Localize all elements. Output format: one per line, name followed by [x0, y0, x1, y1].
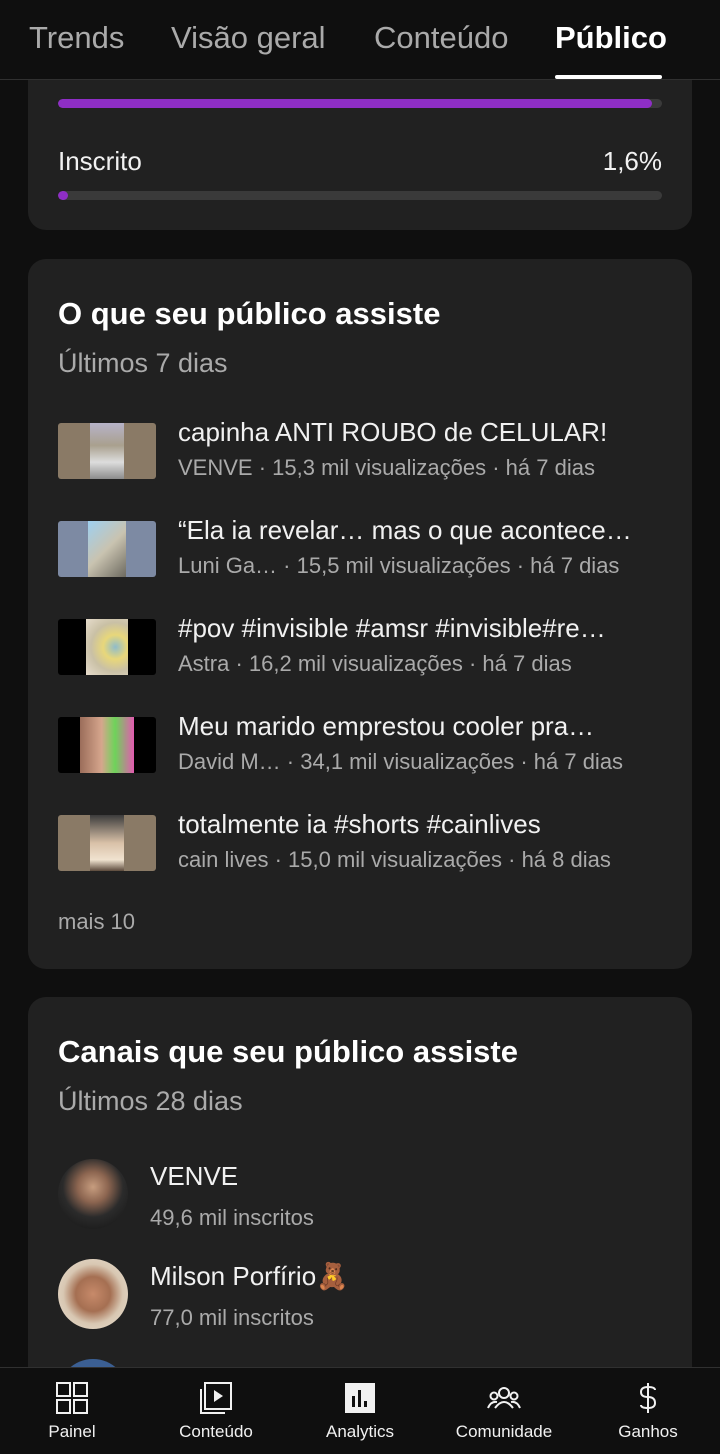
card-title: Canais que seu público assiste	[58, 1034, 518, 1069]
video-title: capinha ANTI ROUBO de CELULAR!	[178, 417, 608, 447]
audience-watches-card: O que seu público assiste Últimos 7 dias…	[28, 259, 692, 969]
bottom-navigation: Painel Conteúdo Analytics Comunidade Gan…	[0, 1367, 720, 1454]
card-title: O que seu público assiste	[58, 296, 441, 331]
nav-community[interactable]: Comunidade	[432, 1368, 576, 1454]
nav-label: Analytics	[325, 1422, 395, 1441]
video-thumbnail	[58, 717, 156, 773]
nav-label: Conteúdo	[179, 1422, 253, 1441]
nav-analytics[interactable]: Analytics	[288, 1368, 432, 1454]
video-item[interactable]: #pov #invisible #amsr #invisible#re… Ast…	[58, 613, 662, 677]
nav-earnings[interactable]: Ganhos	[576, 1368, 720, 1454]
avatar	[58, 1159, 128, 1229]
avatar	[58, 1259, 128, 1329]
video-item[interactable]: “Ela ia revelar… mas o que acontece… Lun…	[58, 515, 662, 579]
analytics-icon	[345, 1383, 375, 1413]
video-thumbnail	[58, 815, 156, 871]
video-title: #pov #invisible #amsr #invisible#re…	[178, 613, 606, 643]
channel-subscribers: 49,6 mil inscritos	[150, 1205, 314, 1230]
subscribed-label: Inscrito	[58, 146, 142, 176]
dollar-icon	[639, 1383, 657, 1413]
tab-trends[interactable]: Trends	[29, 20, 124, 56]
show-more-link[interactable]: mais 10	[58, 909, 135, 935]
video-thumbnail	[58, 619, 156, 675]
content-icon	[200, 1382, 232, 1414]
subscribed-progress-bar	[58, 191, 662, 200]
nav-label: Ganhos	[618, 1422, 678, 1441]
community-icon	[487, 1387, 521, 1409]
top-progress-fill	[58, 99, 653, 108]
subscribed-value: 1,6%	[602, 146, 662, 176]
channel-item[interactable]: Milson Porfírio🧸 77,0 mil inscritos	[58, 1259, 662, 1339]
video-title: “Ela ia revelar… mas o que acontece…	[178, 515, 632, 545]
video-meta: David M… · 34,1 mil visualizações · há 7…	[178, 749, 624, 774]
nav-label: Comunidade	[455, 1422, 553, 1441]
channel-name: VENVE	[150, 1161, 239, 1191]
nav-label: Painel	[48, 1422, 96, 1441]
tab-overview[interactable]: Visão geral	[171, 20, 326, 56]
video-item[interactable]: totalmente ia #shorts #cainlives cain li…	[58, 809, 662, 873]
video-meta: VENVE · 15,3 mil visualizações · há 7 di…	[178, 455, 595, 480]
channel-item[interactable]: VENVE 49,6 mil inscritos	[58, 1159, 662, 1239]
video-title: totalmente ia #shorts #cainlives	[178, 809, 541, 839]
video-meta: Luni Ga… · 15,5 mil visualizações · há 7…	[178, 553, 620, 578]
tab-content[interactable]: Conteúdo	[374, 20, 508, 56]
subscribed-progress-fill	[58, 191, 68, 200]
video-item[interactable]: Meu marido emprestou cooler pra… David M…	[58, 711, 662, 775]
top-tab-bar: Trends Visão geral Conteúdo Público	[0, 0, 720, 80]
video-thumbnail	[58, 521, 156, 577]
video-item[interactable]: capinha ANTI ROUBO de CELULAR! VENVE · 1…	[58, 417, 662, 481]
card-subtitle: Últimos 28 dias	[58, 1086, 243, 1116]
video-thumbnail	[58, 423, 156, 479]
video-meta: Astra · 16,2 mil visualizações · há 7 di…	[178, 651, 572, 676]
nav-dashboard[interactable]: Painel	[0, 1368, 144, 1454]
card-subtitle: Últimos 7 dias	[58, 348, 228, 378]
nav-content[interactable]: Conteúdo	[144, 1368, 288, 1454]
channel-name: Milson Porfírio🧸	[150, 1261, 349, 1291]
video-title: Meu marido emprestou cooler pra…	[178, 711, 595, 741]
channel-subscribers: 77,0 mil inscritos	[150, 1305, 314, 1330]
dashboard-icon	[56, 1382, 88, 1414]
top-progress-bar	[58, 99, 662, 108]
tab-audience[interactable]: Público	[555, 20, 667, 56]
active-tab-indicator	[555, 75, 662, 79]
video-meta: cain lives · 15,0 mil visualizações · há…	[178, 847, 611, 872]
